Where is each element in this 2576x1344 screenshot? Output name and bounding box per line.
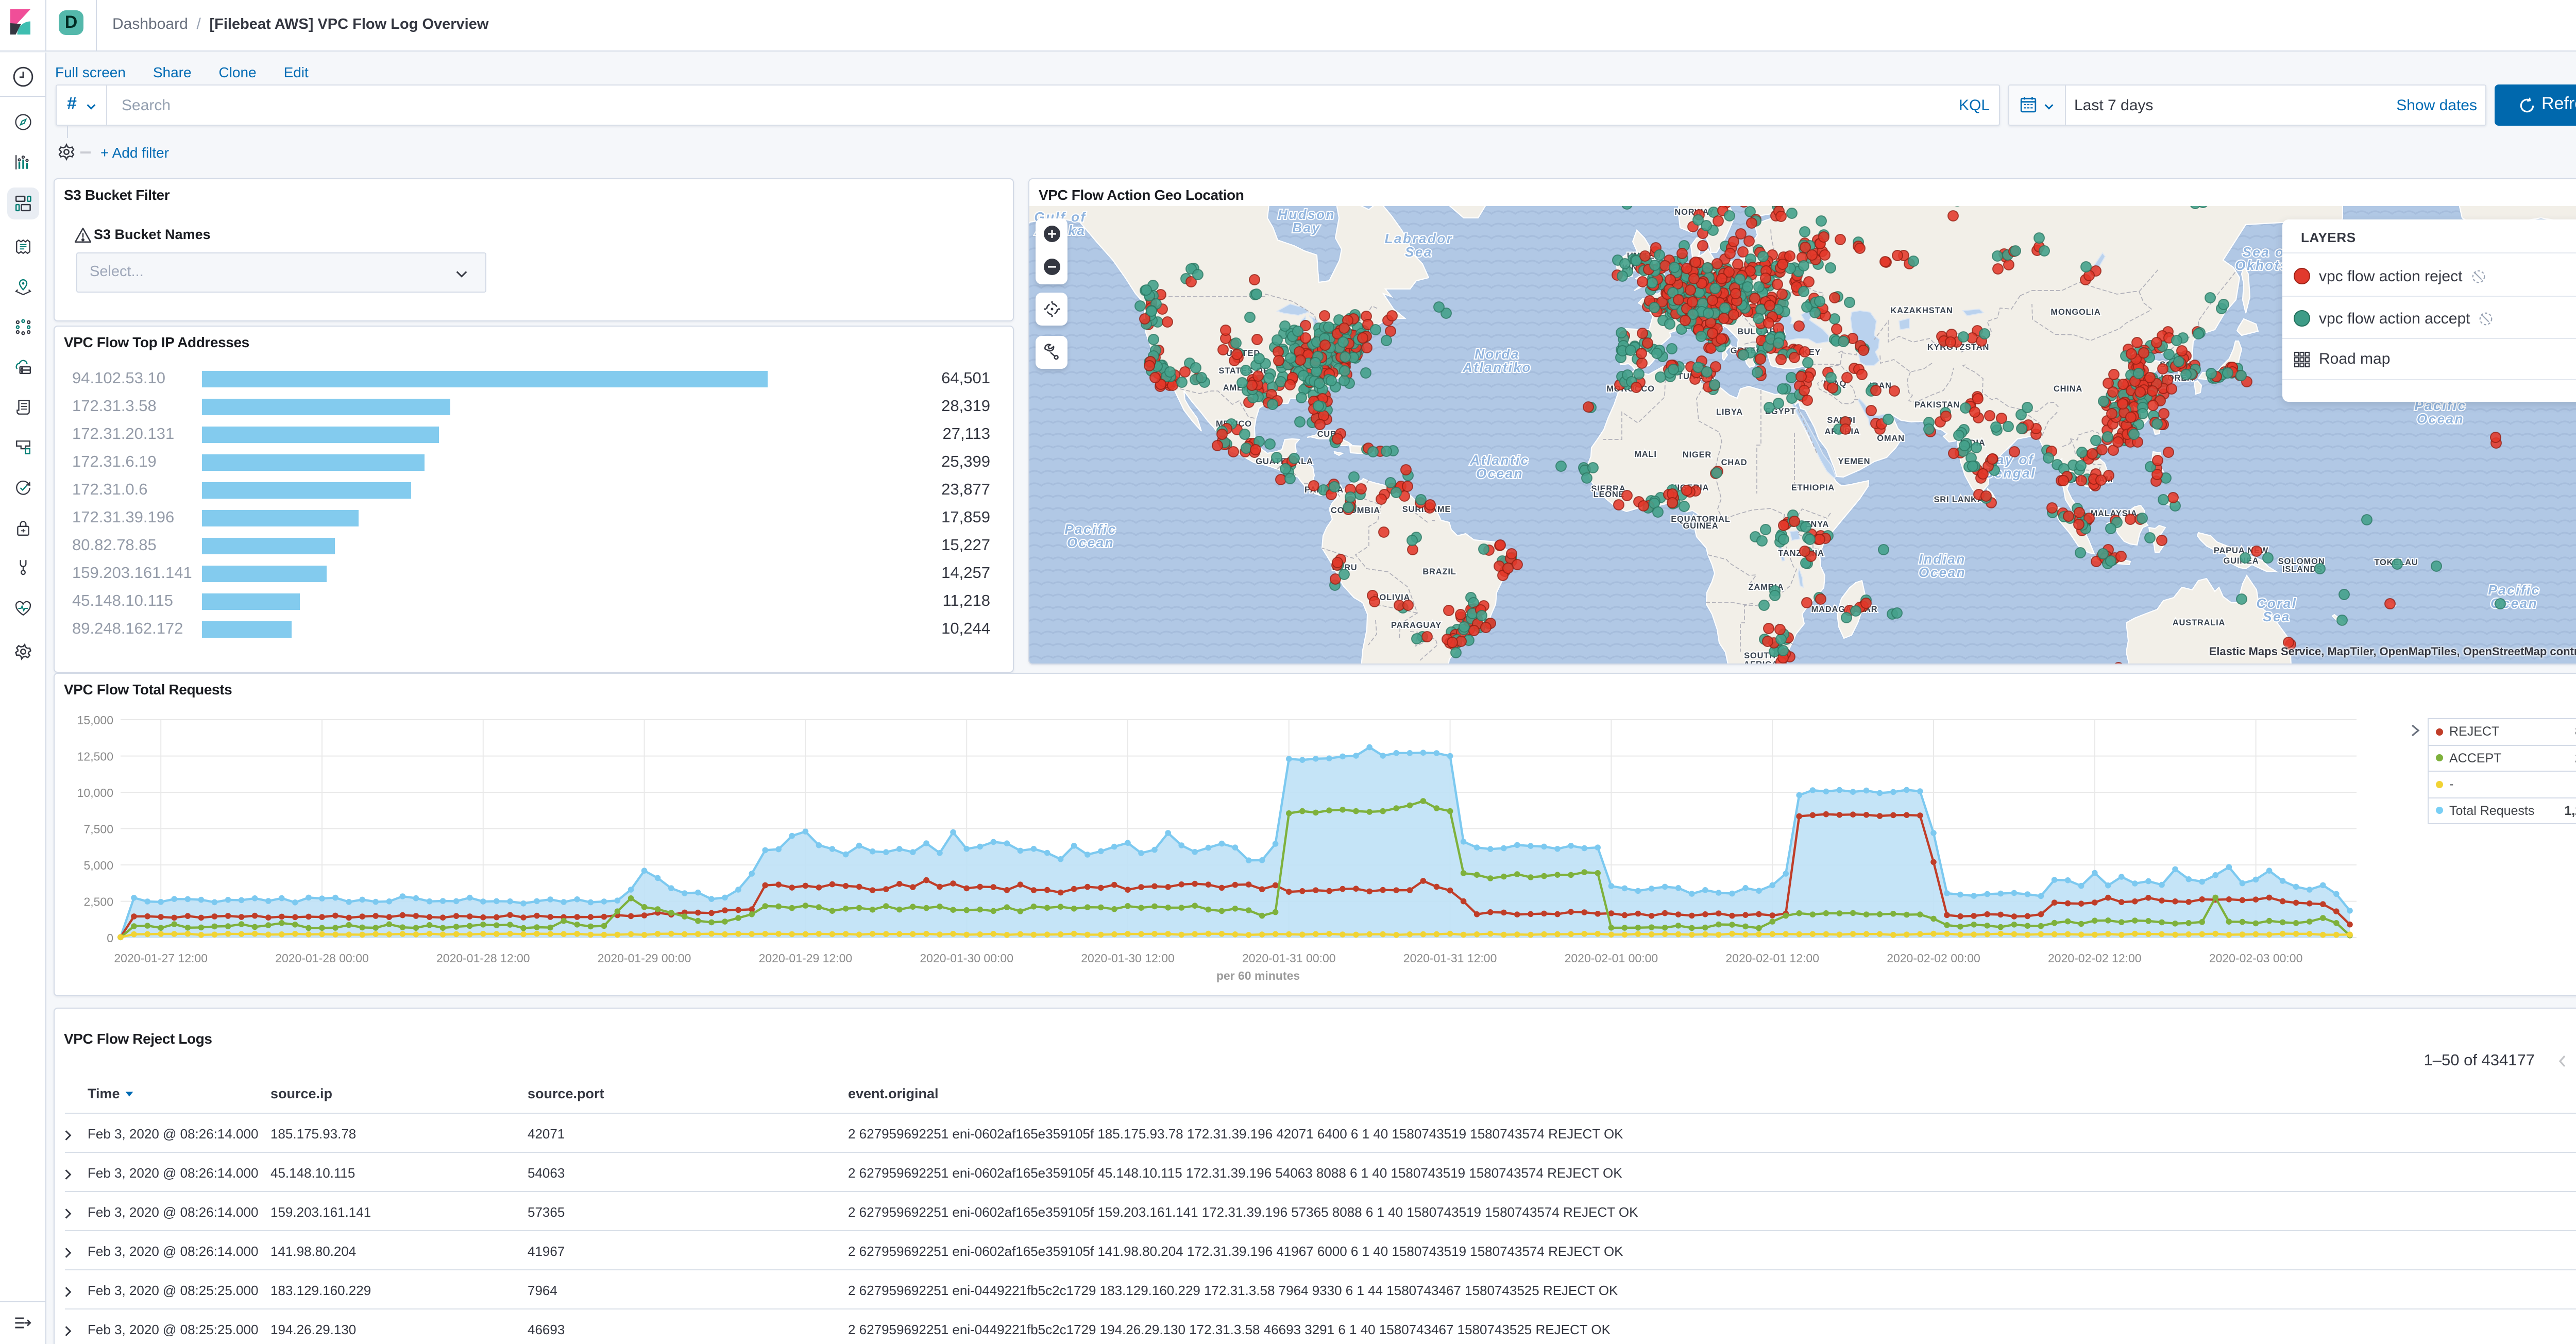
svg-text:2020-01-31 12:00: 2020-01-31 12:00	[1403, 951, 1497, 965]
svg-text:2020-01-31 00:00: 2020-01-31 00:00	[1242, 951, 1336, 965]
svg-text:0: 0	[107, 931, 113, 945]
svg-text:2020-01-29 12:00: 2020-01-29 12:00	[759, 951, 853, 965]
svg-text:2020-02-01 12:00: 2020-02-01 12:00	[1725, 951, 1819, 965]
svg-text:GUINEA: GUINEA	[1683, 521, 1719, 531]
svg-text:Ocean: Ocean	[1919, 565, 1966, 580]
svg-text:Atlantiko: Atlantiko	[1462, 360, 1532, 375]
svg-text:5,000: 5,000	[83, 859, 113, 872]
svg-text:PARAGUAY: PARAGUAY	[1391, 621, 1442, 630]
svg-text:2020-01-30 12:00: 2020-01-30 12:00	[1081, 951, 1175, 965]
svg-text:10,000: 10,000	[77, 786, 113, 799]
svg-text:ETHIOPIA: ETHIOPIA	[1791, 483, 1835, 492]
svg-text:CHAD: CHAD	[1721, 458, 1748, 467]
svg-text:2020-01-29 00:00: 2020-01-29 00:00	[598, 951, 691, 965]
svg-text:YEMEN: YEMEN	[1838, 457, 1871, 466]
svg-text:7,500: 7,500	[83, 823, 113, 836]
svg-text:2020-01-28 12:00: 2020-01-28 12:00	[436, 951, 530, 965]
svg-text:2020-01-28 00:00: 2020-01-28 00:00	[275, 951, 369, 965]
svg-text:MALI: MALI	[1634, 450, 1657, 459]
svg-text:NIGER: NIGER	[1683, 450, 1711, 460]
svg-text:Sea: Sea	[2263, 609, 2291, 624]
svg-text:2020-02-02 12:00: 2020-02-02 12:00	[2048, 951, 2142, 965]
svg-text:per 60 minutes: per 60 minutes	[1216, 969, 1300, 982]
svg-text:Sea: Sea	[1405, 244, 1433, 260]
svg-text:MONGOLIA: MONGOLIA	[2050, 308, 2100, 317]
svg-text:PAKISTAN: PAKISTAN	[1914, 400, 1960, 410]
svg-text:LIBYA: LIBYA	[1716, 407, 1743, 417]
svg-text:2020-02-01 00:00: 2020-02-01 00:00	[1565, 951, 1658, 965]
svg-text:Ocean: Ocean	[1067, 535, 1114, 550]
svg-text:KAZAKHSTAN: KAZAKHSTAN	[1890, 306, 1953, 315]
svg-text:CHINA: CHINA	[2054, 384, 2082, 394]
svg-text:BRAZIL: BRAZIL	[1422, 567, 1456, 576]
svg-text:2020-01-27 12:00: 2020-01-27 12:00	[114, 951, 208, 965]
svg-text:LEONE: LEONE	[1594, 490, 1625, 499]
svg-text:15,000: 15,000	[77, 713, 113, 727]
svg-text:2020-01-30 00:00: 2020-01-30 00:00	[920, 951, 1013, 965]
svg-text:2020-02-02 00:00: 2020-02-02 00:00	[1887, 951, 1980, 965]
svg-text:2020-02-03 00:00: 2020-02-03 00:00	[2209, 951, 2303, 965]
svg-text:OMAN: OMAN	[1877, 434, 1905, 443]
svg-text:AUSTRALIA: AUSTRALIA	[2173, 618, 2226, 627]
svg-text:AFRICA: AFRICA	[1743, 660, 1778, 664]
svg-text:Ocean: Ocean	[2417, 411, 2464, 427]
svg-text:12,500: 12,500	[77, 750, 113, 763]
svg-text:2,500: 2,500	[83, 895, 113, 908]
svg-text:Bay: Bay	[1292, 220, 1320, 235]
svg-text:Ocean: Ocean	[1476, 466, 1523, 481]
